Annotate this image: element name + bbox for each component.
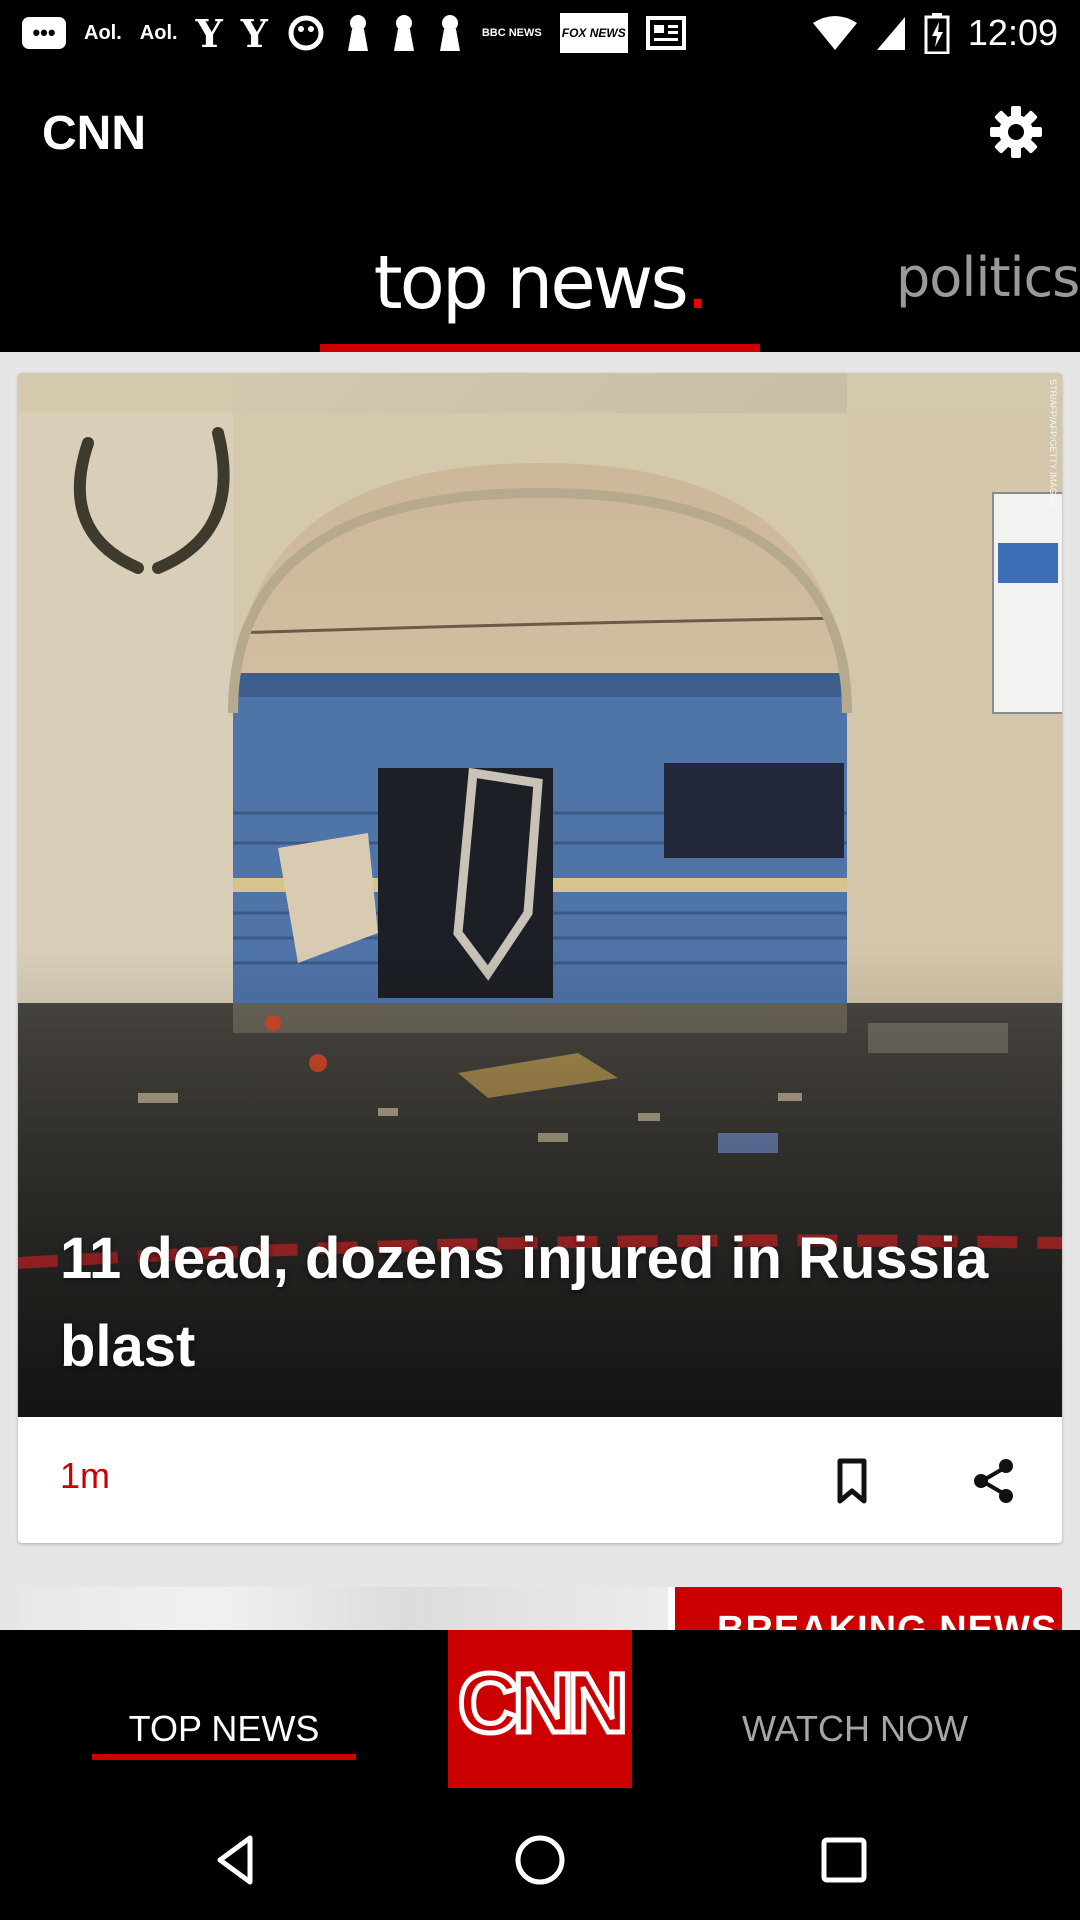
nav-watch-now[interactable]: WATCH NOW — [720, 1708, 990, 1750]
yahoo-icon: Y — [195, 10, 223, 56]
yahoo-messenger-icon — [286, 13, 326, 53]
news-icon — [645, 13, 686, 53]
story-image[interactable]: STR/AFP/AFP/GETTY IMAGES 11 dead, dozens… — [18, 373, 1062, 1417]
home-button[interactable] — [510, 1830, 570, 1890]
story-headline[interactable]: 11 dead, dozens injured in Russia blast — [60, 1215, 1020, 1391]
bookmark-icon — [837, 1458, 867, 1504]
image-credit: STR/AFP/AFP/GETTY IMAGES — [1048, 379, 1058, 507]
story-image[interactable] — [18, 1587, 668, 1630]
app-header: CNN — [0, 66, 1080, 208]
pin-icon — [436, 13, 464, 53]
signal-icon — [876, 17, 905, 50]
story-card[interactable]: STR/AFP/AFP/GETTY IMAGES 11 dead, dozens… — [18, 373, 1062, 1543]
battery-charging-icon — [924, 13, 950, 54]
story-footer: 1m — [18, 1417, 1062, 1543]
share-icon — [974, 1459, 1013, 1503]
tab-top-news-label: top news. — [373, 240, 710, 326]
story-card[interactable]: BREAKING NEWS — [18, 1587, 1062, 1630]
system-status: 12:09 — [812, 0, 1058, 66]
notification-icons: ••• Aol. Aol. Y Y BBC NEWS FOX NEWS — [22, 10, 686, 56]
system-nav-bar — [0, 1800, 1080, 1920]
svg-text:CNN: CNN — [458, 1656, 622, 1750]
active-tab-indicator — [320, 344, 760, 352]
app-title: CNN — [42, 107, 146, 160]
yahoo-icon: Y — [240, 10, 268, 56]
breaking-news-badge: BREAKING NEWS — [675, 1587, 1062, 1630]
aol-icon: Aol. — [139, 21, 178, 44]
gear-icon — [990, 106, 1042, 158]
share-button[interactable] — [966, 1453, 1022, 1509]
breaking-news-label: BREAKING NEWS — [717, 1609, 1058, 1630]
cnn-logo: CNN — [456, 1654, 631, 1753]
settings-button[interactable] — [988, 104, 1044, 160]
fox-news-icon: FOX NEWS — [559, 13, 628, 53]
news-feed[interactable]: STR/AFP/AFP/GETTY IMAGES 11 dead, dozens… — [0, 352, 1080, 1630]
wifi-icon — [812, 16, 857, 50]
pin-icon — [344, 13, 372, 53]
back-button[interactable] — [206, 1830, 266, 1890]
tab-politics[interactable]: politics — [896, 246, 1080, 309]
cnn-logo-button[interactable]: CNN — [448, 1630, 632, 1788]
story-timestamp: 1m — [60, 1455, 111, 1496]
pin-icon — [390, 13, 418, 53]
bbc-news-icon: BBC NEWS — [481, 27, 542, 39]
active-nav-indicator — [92, 1754, 356, 1760]
nav-top-news[interactable]: TOP NEWS — [92, 1630, 356, 1800]
recents-button[interactable] — [814, 1830, 874, 1890]
bookmark-button[interactable] — [824, 1453, 880, 1509]
more-icon: ••• — [22, 17, 66, 49]
nav-top-news-label: TOP NEWS — [128, 1708, 320, 1749]
clock: 12:09 — [967, 12, 1058, 53]
bottom-nav: TOP NEWS CNN WATCH NOW — [0, 1630, 1080, 1800]
status-bar: ••• Aol. Aol. Y Y BBC NEWS FOX NEWS 12:0… — [0, 0, 1080, 66]
aol-icon: Aol. — [84, 21, 122, 44]
section-tabs: top news. politics — [0, 208, 1080, 352]
tab-top-news[interactable]: top news. — [320, 208, 760, 352]
